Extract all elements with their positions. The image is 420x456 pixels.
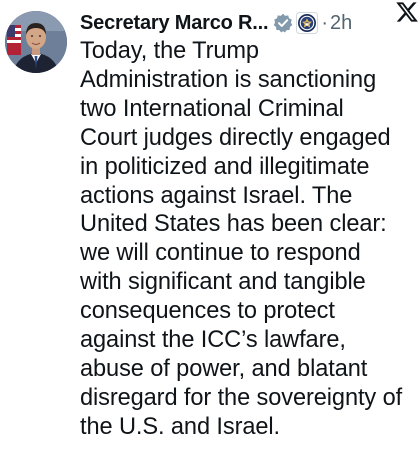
verified-badge-icon[interactable] xyxy=(273,13,293,33)
post-header: Secretary Marco R... · 2h xyxy=(80,9,410,37)
author-name[interactable]: Secretary Marco R... xyxy=(80,12,269,35)
header-separator: · xyxy=(321,11,328,34)
x-logo-icon[interactable] xyxy=(396,1,418,23)
post-timestamp[interactable]: 2h xyxy=(330,12,352,35)
post-text: Today, the Trump Administration is sanct… xyxy=(80,38,403,440)
state-department-seal-icon[interactable] xyxy=(296,12,319,34)
post[interactable]: Secretary Marco R... · 2h Today, the Tru… xyxy=(0,0,420,456)
author-avatar[interactable] xyxy=(5,11,67,73)
